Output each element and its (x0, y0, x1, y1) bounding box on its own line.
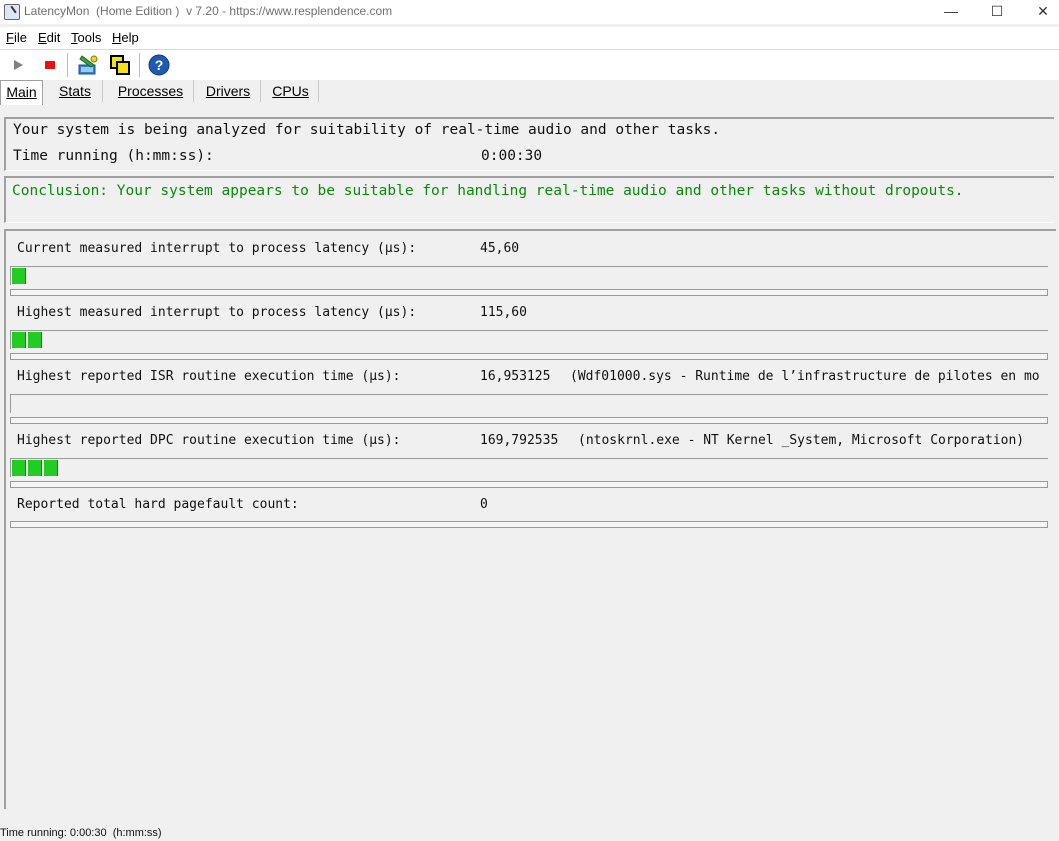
latency-bar (10, 266, 1048, 285)
bar-divider (10, 481, 1048, 488)
help-icon: ? (148, 54, 170, 76)
tab-drivers[interactable]: Drivers (196, 80, 261, 102)
menu-tools[interactable]: Tools (71, 30, 101, 45)
metric-label: Highest reported ISR routine execution t… (17, 369, 401, 384)
bar-divider (10, 417, 1048, 424)
latency-bar-segment (28, 332, 42, 348)
conclusion-text: Conclusion: Your system appears to be su… (12, 183, 964, 199)
metric-label: Highest measured interrupt to process la… (17, 305, 417, 320)
latency-bar (10, 330, 1048, 349)
tab-main[interactable]: Main (0, 80, 43, 105)
metric-value: 16,953125 (480, 369, 551, 384)
maximize-button[interactable]: ☐ (974, 0, 1020, 24)
latencymon-app-icon (4, 4, 20, 20)
metric-driver-info: (ntoskrnl.exe - NT Kernel _System, Micro… (578, 433, 1025, 448)
bar-divider (10, 289, 1048, 296)
metric-driver-info: (Wdf01000.sys - Runtime de l’infrastruct… (570, 369, 1040, 384)
latency-bar-segment (12, 332, 26, 348)
windows-icon (110, 55, 130, 75)
menu-help[interactable]: Help (112, 30, 139, 45)
analyze-icon (78, 55, 98, 75)
summary-panel: Your system is being analyzed for suitab… (4, 117, 1054, 171)
svg-text:?: ? (155, 57, 164, 73)
bar-divider (10, 521, 1048, 528)
latency-bar-segment (12, 268, 26, 284)
play-button[interactable] (6, 53, 30, 77)
metric-value: 115,60 (480, 305, 527, 320)
play-icon (14, 60, 23, 70)
windows-button[interactable] (108, 53, 132, 77)
metric-value: 45,60 (480, 241, 520, 256)
close-button[interactable]: ✕ (1020, 0, 1059, 24)
window-title: LatencyMon (Home Edition ) v 7.20 - http… (24, 4, 393, 18)
latency-bar-segment (12, 460, 26, 476)
analysis-status-text: Your system is being analyzed for suitab… (13, 122, 721, 138)
time-running-value: 0:00:30 (481, 148, 543, 164)
status-bar: Time running: 0:00:30 (h:mm:ss) (0, 823, 1059, 841)
toolbar-separator (139, 53, 140, 77)
stop-button[interactable] (38, 53, 62, 77)
status-time-running: Time running: 0:00:30 (h:mm:ss) (0, 827, 162, 839)
metric-value: 169,792535 (480, 433, 559, 448)
toolbar: ? (0, 50, 1059, 80)
latency-bar (10, 458, 1048, 477)
latency-bar-segment (28, 460, 42, 476)
help-button[interactable]: ? (147, 53, 171, 77)
toolbar-separator (67, 53, 68, 77)
menu-edit[interactable]: Edit (38, 30, 60, 45)
latency-bar (10, 394, 1048, 413)
bar-divider (10, 353, 1048, 360)
menu-bar: File Edit Tools Help (0, 27, 1059, 50)
metric-label: Current measured interrupt to process la… (17, 241, 417, 256)
metric-value: 0 (480, 497, 488, 512)
time-running-label: Time running (h:mm:ss): (13, 148, 214, 164)
conclusion-panel: Conclusion: Your system appears to be su… (4, 176, 1054, 223)
tab-stats[interactable]: Stats (48, 80, 103, 102)
title-bar: LatencyMon (Home Edition ) v 7.20 - http… (0, 0, 1059, 24)
metric-label: Reported total hard pagefault count: (17, 497, 299, 512)
tab-strip: Main Stats Processes Drivers CPUs (0, 80, 1059, 105)
analyze-button[interactable] (76, 53, 100, 77)
tab-processes[interactable]: Processes (108, 80, 194, 102)
menu-file[interactable]: File (6, 30, 27, 45)
stop-icon (45, 61, 55, 69)
minimize-button[interactable]: — (928, 0, 974, 24)
tab-cpus[interactable]: CPUs (263, 80, 319, 102)
latency-bar-segment (44, 460, 58, 476)
metric-label: Highest reported DPC routine execution t… (17, 433, 401, 448)
